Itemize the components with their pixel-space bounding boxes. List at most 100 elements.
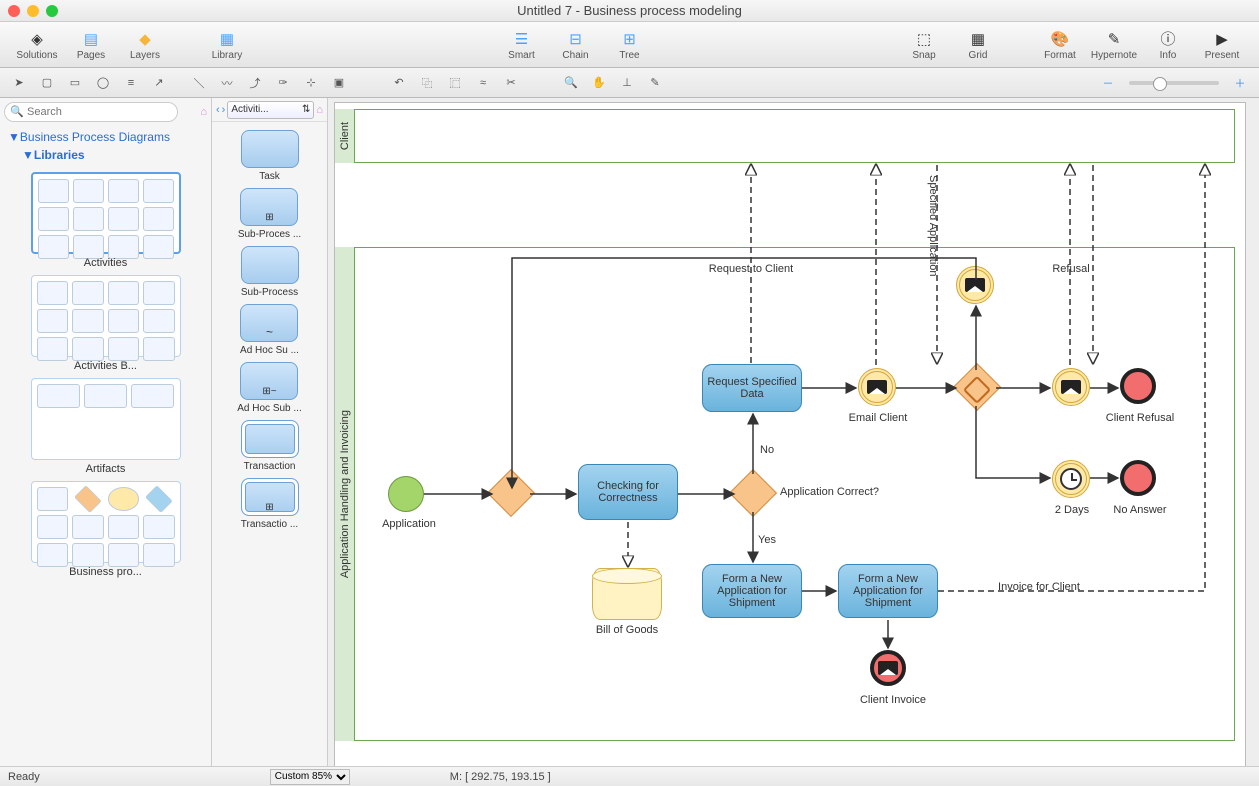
zoom-slider[interactable] xyxy=(1129,81,1219,85)
connector-round[interactable]: ⤴ xyxy=(242,72,268,94)
chain-icon: ⊟ xyxy=(565,29,587,49)
snap-button[interactable]: ⬚Snap xyxy=(897,24,951,66)
info-button[interactable]: ⓘInfo xyxy=(1141,24,1195,66)
datastore-bill[interactable] xyxy=(592,568,662,620)
panel-home-icon[interactable]: ⌂ xyxy=(316,104,323,116)
pages-icon: ▤ xyxy=(80,29,102,49)
pages-button[interactable]: ▤Pages xyxy=(64,24,118,66)
ungroup-tool[interactable]: ⿸ xyxy=(442,72,468,94)
nav-back[interactable]: ‹ xyxy=(216,104,220,116)
close-button[interactable] xyxy=(8,5,20,17)
nav-fwd[interactable]: › xyxy=(222,104,226,116)
home-icon[interactable]: ⌂ xyxy=(200,106,207,118)
layers-icon: ◆ xyxy=(134,29,156,49)
zoom-out[interactable]: － xyxy=(1095,72,1121,94)
format-icon: 🎨 xyxy=(1049,29,1071,49)
event-msg-top[interactable] xyxy=(956,266,994,304)
chevron-updown-icon: ⇅ xyxy=(302,104,310,115)
canvas[interactable]: Client Application Handling and Invoicin… xyxy=(328,98,1259,766)
marquee-tool[interactable]: ▢ xyxy=(34,72,60,94)
search-input[interactable] xyxy=(4,102,178,122)
hand-tool[interactable]: ✋ xyxy=(586,72,612,94)
present-icon: ▶ xyxy=(1211,29,1233,49)
chain-button[interactable]: ⊟Chain xyxy=(549,24,603,66)
lane-client[interactable]: Client xyxy=(335,109,1235,163)
envelope-icon xyxy=(1061,380,1081,394)
envelope-icon xyxy=(965,278,985,292)
distribute-tool[interactable]: ✂ xyxy=(498,72,524,94)
stamp-tool[interactable]: ⊥ xyxy=(614,72,640,94)
connector-straight[interactable]: ＼ xyxy=(186,72,212,94)
shape-subprocess[interactable]: ⊞Sub-Proces ... xyxy=(238,188,301,240)
line-tool[interactable]: ↗ xyxy=(146,72,172,94)
anchor-tool[interactable]: ⊹ xyxy=(298,72,324,94)
pen-tool[interactable]: ✑ xyxy=(270,72,296,94)
task-request-data[interactable]: Request Specified Data xyxy=(702,364,802,412)
event-refusal-msg[interactable] xyxy=(1052,368,1090,406)
zoom-select[interactable]: Custom 85% xyxy=(270,769,350,785)
shape-adhoc[interactable]: ~Ad Hoc Su ... xyxy=(240,304,299,356)
library-item[interactable]: Artifacts xyxy=(10,378,201,475)
shape-transaction2[interactable]: ⊞Transactio ... xyxy=(241,478,299,530)
event-email[interactable] xyxy=(858,368,896,406)
label-no: No xyxy=(760,444,774,456)
tree-button[interactable]: ⊞Tree xyxy=(603,24,657,66)
zoom-in[interactable]: ＋ xyxy=(1227,72,1253,94)
crop-tool[interactable]: ▣ xyxy=(326,72,352,94)
gateway-complex[interactable] xyxy=(953,363,1001,411)
format-button[interactable]: 🎨Format xyxy=(1033,24,1087,66)
task-form2[interactable]: Form a New Application for Shipment xyxy=(838,564,938,618)
text-tool[interactable]: ≡ xyxy=(118,72,144,94)
grid-button[interactable]: ▦Grid xyxy=(951,24,1005,66)
libraries-header[interactable]: ▼Libraries xyxy=(22,146,203,164)
lane-app[interactable]: Application Handling and Invoicing Appli… xyxy=(335,247,1235,741)
shape-transaction[interactable]: Transaction xyxy=(241,420,299,472)
start-label: Application xyxy=(374,518,444,530)
ellipse-tool[interactable]: ◯ xyxy=(90,72,116,94)
hypernote-icon: ✎ xyxy=(1103,29,1125,49)
gateway-1[interactable] xyxy=(487,469,535,517)
smart-icon: ☰ xyxy=(511,29,533,49)
info-icon: ⓘ xyxy=(1157,29,1179,49)
library-panel: 🔍 ⌂ ▼Business Process Diagrams ▼Librarie… xyxy=(0,98,212,766)
shape-task[interactable]: Task xyxy=(241,130,299,182)
minimize-button[interactable] xyxy=(27,5,39,17)
group-tool[interactable]: ⿻ xyxy=(414,72,440,94)
tools-toolbar: ➤ ▢ ▭ ◯ ≡ ↗ ＼ 〰 ⤴ ✑ ⊹ ▣ ↶ ⿻ ⿸ ≈ ✂ 🔍 ✋ ⊥ … xyxy=(0,68,1259,98)
task-form1[interactable]: Form a New Application for Shipment xyxy=(702,564,802,618)
shape-adhoc-sub[interactable]: ⊞~Ad Hoc Sub ... xyxy=(237,362,301,414)
layers-button[interactable]: ◆Layers xyxy=(118,24,172,66)
maximize-button[interactable] xyxy=(46,5,58,17)
smart-button[interactable]: ☰Smart xyxy=(495,24,549,66)
workarea: 🔍 ⌂ ▼Business Process Diagrams ▼Librarie… xyxy=(0,98,1259,766)
canvas-wrap: Client Application Handling and Invoicin… xyxy=(328,98,1259,766)
start-event[interactable] xyxy=(388,476,424,512)
gateway-correct[interactable] xyxy=(729,469,777,517)
section-header[interactable]: ▼Business Process Diagrams xyxy=(8,128,203,146)
library-item[interactable]: Activities xyxy=(10,172,201,269)
end-client-invoice[interactable] xyxy=(870,650,906,686)
undo-button[interactable]: ↶ xyxy=(386,72,412,94)
end-client-refusal[interactable] xyxy=(1120,368,1156,404)
eyedropper-tool[interactable]: ✎ xyxy=(642,72,668,94)
rect-tool[interactable]: ▭ xyxy=(62,72,88,94)
event-timer[interactable] xyxy=(1052,460,1090,498)
end-no-answer[interactable] xyxy=(1120,460,1156,496)
solutions-button[interactable]: ◈Solutions xyxy=(10,24,64,66)
clock-icon xyxy=(1060,468,1082,490)
present-button[interactable]: ▶Present xyxy=(1195,24,1249,66)
activity-selector[interactable]: Activiti...⇅ xyxy=(227,101,314,119)
library-button[interactable]: ▦Library xyxy=(200,24,254,66)
task-checking[interactable]: Checking for Correctness xyxy=(578,464,678,520)
status-ready: Ready xyxy=(8,771,40,783)
connector-curve[interactable]: 〰 xyxy=(214,72,240,94)
hypernote-button[interactable]: ✎Hypernote xyxy=(1087,24,1141,66)
shape-subprocess2[interactable]: Sub-Process xyxy=(241,246,299,298)
zoom-tool[interactable]: 🔍 xyxy=(558,72,584,94)
library-item[interactable]: Activities B... xyxy=(10,275,201,372)
titlebar: Untitled 7 - Business process modeling xyxy=(0,0,1259,22)
label-yes: Yes xyxy=(758,534,776,546)
library-item[interactable]: Business pro... xyxy=(10,481,201,578)
pointer-tool[interactable]: ➤ xyxy=(6,72,32,94)
align-tool[interactable]: ≈ xyxy=(470,72,496,94)
